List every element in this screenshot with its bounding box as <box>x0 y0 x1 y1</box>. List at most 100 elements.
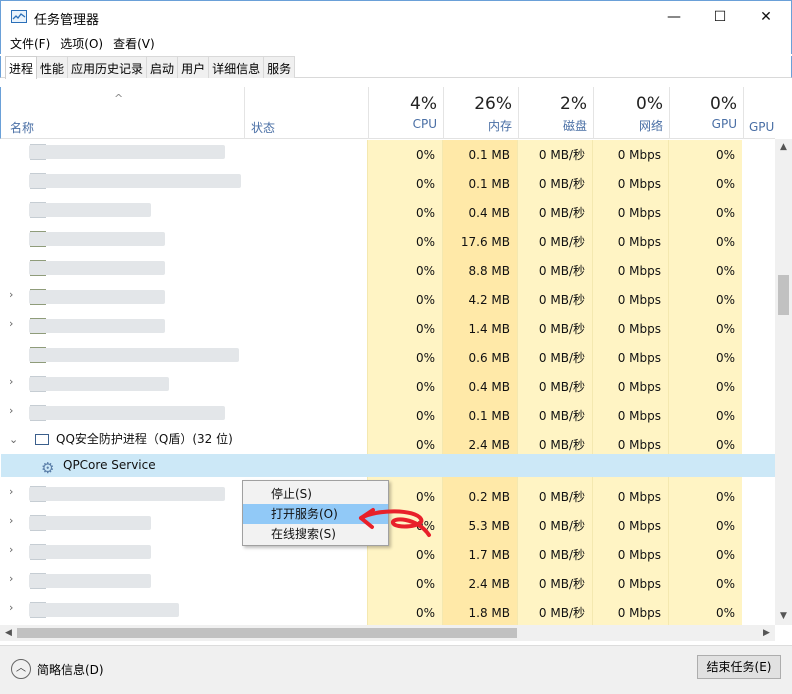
vertical-scrollbar[interactable]: ▲ ▼ <box>775 139 792 625</box>
disk-cell: 0 MB/秒 <box>538 177 585 191</box>
table-row[interactable]: 0% 0.6 MB 0 MB/秒 0 Mbps 0% <box>1 338 775 367</box>
redacted-name <box>29 145 225 159</box>
chevron-right-icon[interactable]: › <box>9 309 13 338</box>
table-row[interactable]: › 0% 0.1 MB 0 MB/秒 0 Mbps 0% <box>1 396 775 425</box>
header-status: 状态 <box>251 121 276 135</box>
chevron-right-icon[interactable]: › <box>9 564 13 593</box>
table-row[interactable]: 0% 0.4 MB 0 MB/秒 0 Mbps 0% <box>1 193 775 222</box>
scroll-right-icon[interactable]: ▶ <box>758 625 775 641</box>
tab-app-history[interactable]: 应用历史记录 <box>67 56 148 78</box>
footer: ︿ 简略信息(D) 结束任务(E) <box>0 645 792 694</box>
header-gpu[interactable]: 0% GPU <box>669 87 743 139</box>
disk-cell: 0 MB/秒 <box>538 548 585 562</box>
minimize-button[interactable]: — <box>651 1 697 32</box>
gpu-cell: 0% <box>715 548 735 562</box>
disk-cell: 0 MB/秒 <box>538 606 585 620</box>
end-task-button[interactable]: 结束任务(E) <box>697 655 781 679</box>
table-row[interactable]: 0% 17.6 MB 0 MB/秒 0 Mbps 0% <box>1 222 775 251</box>
network-cell: 0 Mbps <box>617 322 661 336</box>
network-cell: 0 Mbps <box>617 577 661 591</box>
chevron-right-icon[interactable]: › <box>9 396 13 425</box>
task-manager-icon <box>11 10 27 23</box>
cpu-cell: 0% <box>415 264 435 278</box>
cpu-cell: 0% <box>415 351 435 365</box>
chevron-right-icon[interactable]: › <box>9 367 13 396</box>
horizontal-scroll-thumb[interactable] <box>17 628 517 638</box>
redacted-name <box>29 545 151 559</box>
redacted-name <box>29 377 169 391</box>
table-row[interactable]: › 0% 2.4 MB 0 MB/秒 0 Mbps 0% <box>1 564 775 593</box>
gpu-cell: 0% <box>715 177 735 191</box>
scroll-down-icon[interactable]: ▼ <box>775 608 792 625</box>
chevron-right-icon[interactable]: › <box>9 477 13 506</box>
context-stop[interactable]: 停止(S) <box>243 484 388 504</box>
table-row-qq[interactable]: ⌄ QQ安全防护进程（Q盾）(32 位) 0% 2.4 MB 0 MB/秒 0 Mbps 0… <box>1 425 775 454</box>
gpu-cell: 0% <box>715 577 735 591</box>
tab-details[interactable]: 详细信息 <box>208 56 265 78</box>
table-row[interactable]: › 0% 0.4 MB 0 MB/秒 0 Mbps 0% <box>1 367 775 396</box>
gpu-cell: 0% <box>715 519 735 533</box>
table-row[interactable]: › 0% 4.2 MB 0 MB/秒 0 Mbps 0% <box>1 280 775 309</box>
cpu-cell: 0% <box>415 206 435 220</box>
chevron-right-icon[interactable]: › <box>9 506 13 535</box>
table-row[interactable]: 0% 0.1 MB 0 MB/秒 0 Mbps 0% <box>1 140 775 164</box>
close-button[interactable]: ✕ <box>743 1 789 32</box>
gpu-cell: 0% <box>715 380 735 394</box>
chevron-up-icon[interactable]: ︿ <box>11 659 31 679</box>
network-cell: 0 Mbps <box>617 548 661 562</box>
cpu-cell: 0% <box>415 293 435 307</box>
memory-cell: 0.2 MB <box>468 490 510 504</box>
chevron-right-icon[interactable]: › <box>9 593 13 622</box>
menu-view[interactable]: 查看(V) <box>108 32 160 54</box>
redacted-name <box>29 574 151 588</box>
memory-cell: 0.1 MB <box>468 409 510 423</box>
memory-cell: 1.8 MB <box>468 606 510 620</box>
tab-processes[interactable]: 进程 <box>5 56 38 79</box>
network-cell: 0 Mbps <box>617 438 661 452</box>
service-name: QPCore Service <box>63 458 156 472</box>
table-row[interactable]: › 0% 1.4 MB 0 MB/秒 0 Mbps 0% <box>1 309 775 338</box>
tab-users[interactable]: 用户 <box>177 56 210 78</box>
gpu-cell: 0% <box>715 490 735 504</box>
gpu-cell: 0% <box>715 293 735 307</box>
cpu-cell: 0% <box>415 235 435 249</box>
horizontal-scrollbar[interactable]: ◀ ▶ <box>0 625 775 641</box>
memory-cell: 2.4 MB <box>468 577 510 591</box>
tab-performance[interactable]: 性能 <box>36 56 69 78</box>
maximize-button[interactable]: ☐ <box>697 1 743 32</box>
network-cell: 0 Mbps <box>617 380 661 394</box>
menu-options[interactable]: 选项(O) <box>55 32 108 54</box>
window-title: 任务管理器 <box>34 13 100 28</box>
header-memory[interactable]: 26% 内存 <box>443 87 518 139</box>
vertical-scroll-thumb[interactable] <box>778 275 789 315</box>
chevron-down-icon[interactable]: ⌄ <box>9 425 18 454</box>
menu-file[interactable]: 文件(F) <box>5 32 55 54</box>
header-cpu[interactable]: 4% CPU <box>368 87 443 139</box>
fewer-details-link[interactable]: 简略信息(D) <box>37 661 104 678</box>
gpu-total: 0% <box>710 94 737 114</box>
scroll-left-icon[interactable]: ◀ <box>0 625 17 641</box>
table-row[interactable]: 0% 0.1 MB 0 MB/秒 0 Mbps 0% <box>1 164 775 193</box>
gpu-cell: 0% <box>715 206 735 220</box>
redacted-name <box>29 487 225 501</box>
disk-cell: 0 MB/秒 <box>538 519 585 533</box>
chevron-right-icon[interactable]: › <box>9 535 13 564</box>
gpu-cell: 0% <box>715 148 735 162</box>
tab-services[interactable]: 服务 <box>263 56 296 78</box>
gpu-cell: 0% <box>715 322 735 336</box>
table-row[interactable]: 0% 8.8 MB 0 MB/秒 0 Mbps 0% <box>1 251 775 280</box>
table-row-service[interactable]: ⚙ QPCore Service <box>1 454 775 477</box>
header-network[interactable]: 0% 网络 <box>593 87 669 139</box>
header-disk[interactable]: 2% 磁盘 <box>518 87 593 139</box>
scroll-up-icon[interactable]: ▲ <box>775 139 792 156</box>
header-name[interactable]: 名称 <box>10 119 34 136</box>
tab-startup[interactable]: 启动 <box>146 56 179 78</box>
table-row[interactable]: › 0% 1.8 MB 0 MB/秒 0 Mbps 0% <box>1 593 775 622</box>
memory-cell: 17.6 MB <box>460 235 510 249</box>
header-gpu-engine[interactable]: GPU 引擎 <box>743 87 776 139</box>
network-cell: 0 Mbps <box>617 148 661 162</box>
cpu-cell: 0% <box>415 177 435 191</box>
memory-cell: 0.4 MB <box>468 380 510 394</box>
chevron-right-icon[interactable]: › <box>9 280 13 309</box>
disk-label: 磁盘 <box>562 119 587 133</box>
